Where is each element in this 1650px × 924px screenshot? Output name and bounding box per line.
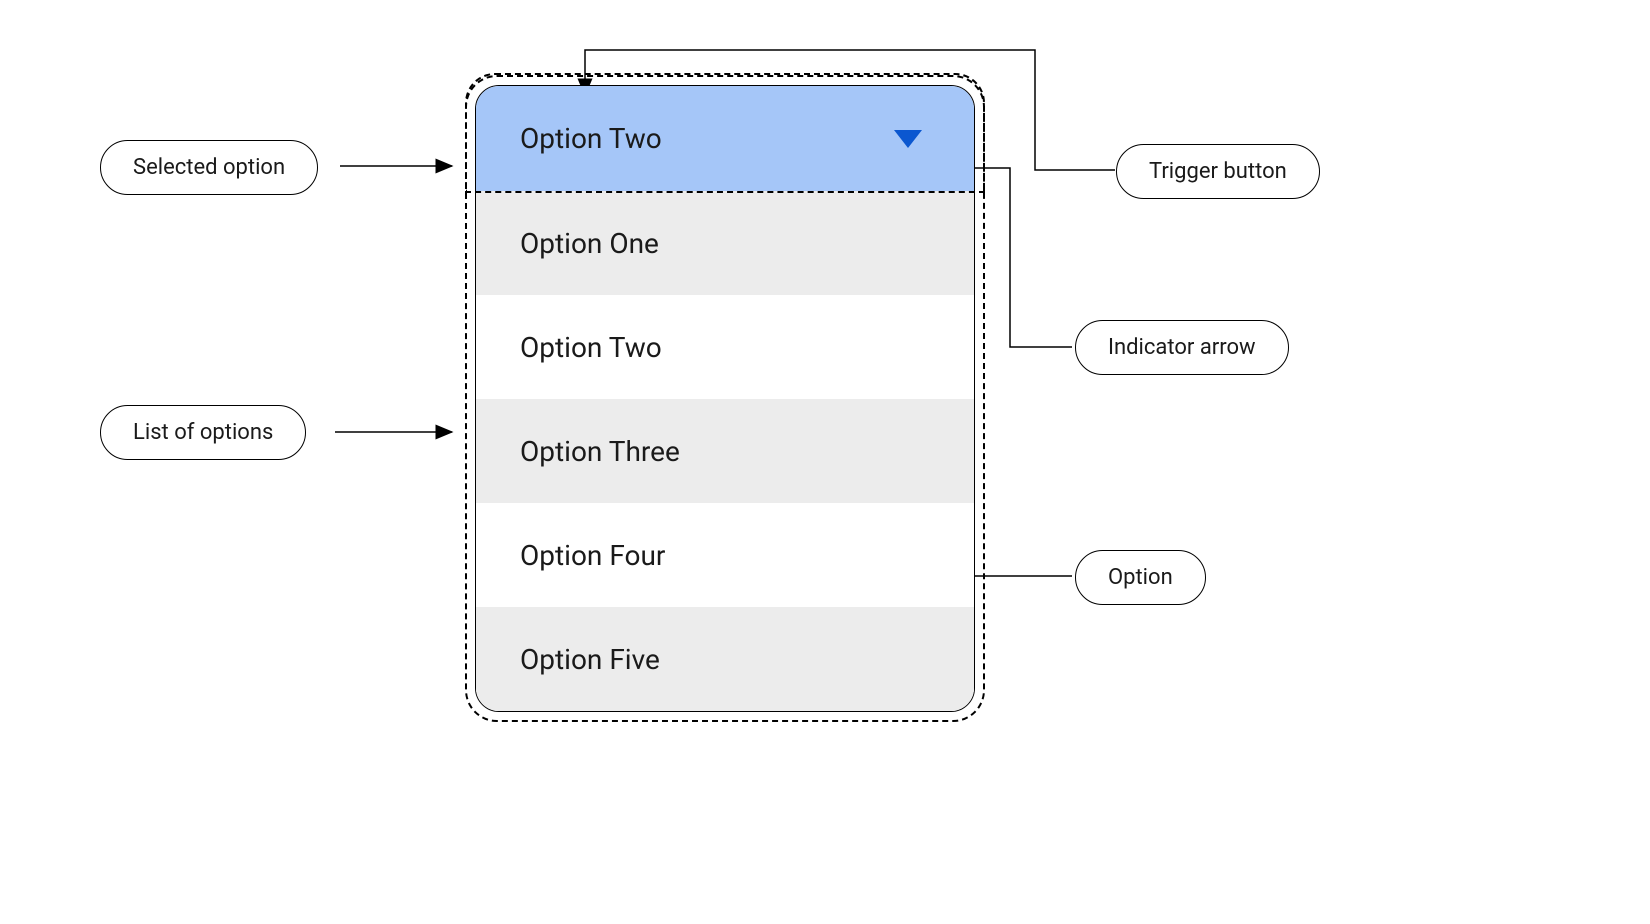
annotation-option: Option <box>1075 550 1206 605</box>
annotation-trigger-button: Trigger button <box>1116 144 1320 199</box>
selected-option-text: Option Two <box>520 122 662 155</box>
annotation-list-of-options: List of options <box>100 405 306 460</box>
trigger-button[interactable]: Option Two <box>476 86 974 191</box>
list-item[interactable]: Option Two <box>476 295 974 399</box>
list-item[interactable]: Option Five <box>476 607 974 711</box>
dropdown-diagram: Option Two Option One Option Two Option … <box>475 85 975 712</box>
list-item[interactable]: Option One <box>476 191 974 295</box>
annotation-indicator-arrow: Indicator arrow <box>1075 320 1289 375</box>
annotation-selected-option: Selected option <box>100 140 318 195</box>
dropdown-box: Option Two Option One Option Two Option … <box>475 85 975 712</box>
chevron-down-icon <box>894 130 922 148</box>
option-list: Option One Option Two Option Three Optio… <box>476 191 974 711</box>
list-item[interactable]: Option Three <box>476 399 974 503</box>
list-item[interactable]: Option Four <box>476 503 974 607</box>
